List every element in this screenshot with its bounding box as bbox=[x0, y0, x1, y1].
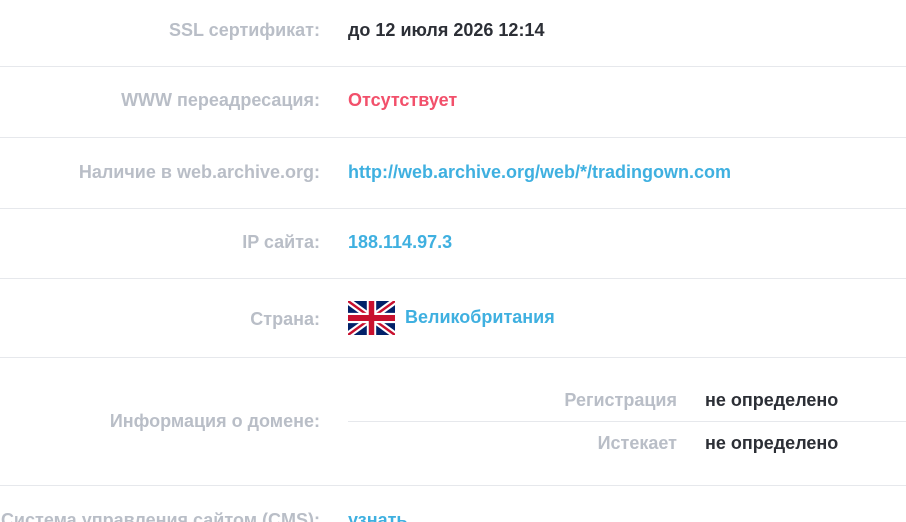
web-archive-link[interactable]: http://web.archive.org/web/*/tradingown.… bbox=[348, 162, 731, 183]
ip-label: IP сайта: bbox=[242, 232, 320, 252]
uk-flag-icon bbox=[348, 301, 395, 335]
domain-expiry-label: Истекает bbox=[597, 433, 677, 453]
ssl-label: SSL сертификат: bbox=[169, 20, 320, 40]
www-redirect-value: Отсутствует bbox=[348, 90, 458, 110]
country-label: Страна: bbox=[250, 309, 320, 329]
ssl-value: до 12 июля 2026 12:14 bbox=[348, 20, 545, 40]
domain-registration-label: Регистрация bbox=[564, 390, 677, 410]
site-info-table: SSL сертификат: до 12 июля 2026 12:14 WW… bbox=[0, 0, 906, 522]
row-ip: IP сайта: 188.114.97.3 bbox=[0, 209, 906, 279]
row-web-archive: Наличие в web.archive.org: http://web.ar… bbox=[0, 138, 906, 209]
domain-registration-value: не определено bbox=[705, 390, 839, 410]
www-redirect-label: WWW переадресация: bbox=[121, 90, 320, 110]
country-link[interactable]: Великобритания bbox=[405, 307, 555, 328]
domain-expiry-value: не определено bbox=[705, 433, 839, 453]
row-cms: Система управления сайтом (CMS): узнать bbox=[0, 486, 906, 522]
domain-info-divider bbox=[348, 421, 906, 422]
web-archive-label: Наличие в web.archive.org: bbox=[78, 162, 320, 182]
ip-link[interactable]: 188.114.97.3 bbox=[348, 232, 452, 253]
row-www-redirect: WWW переадресация: Отсутствует bbox=[0, 67, 906, 138]
domain-info-label: Информация о домене: bbox=[109, 411, 320, 431]
row-ssl: SSL сертификат: до 12 июля 2026 12:14 bbox=[0, 0, 906, 67]
cms-label: Система управления сайтом (CMS): bbox=[0, 510, 320, 522]
row-country: Страна: Великобритания bbox=[0, 279, 906, 358]
cms-link[interactable]: узнать bbox=[348, 510, 407, 522]
row-domain-info: Информация о домене: bbox=[0, 358, 906, 486]
